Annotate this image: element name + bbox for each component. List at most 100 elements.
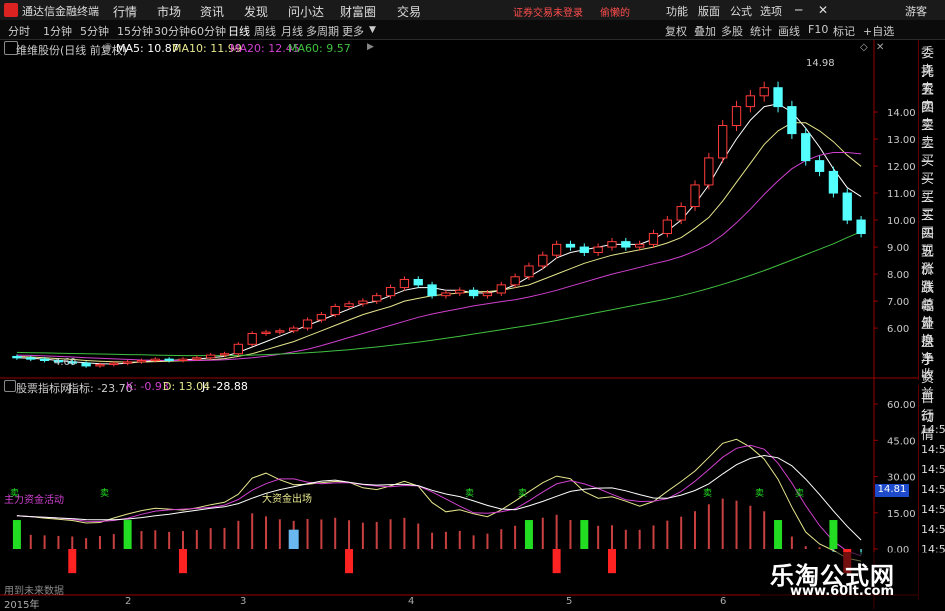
ma5-line — [16, 103, 862, 365]
period-1min[interactable]: 1分钟 — [43, 23, 72, 39]
settings-icon[interactable]: ◉ — [104, 42, 112, 52]
candle-body — [413, 278, 423, 286]
kline-chart[interactable]: 14.00 13.00 12.00 11.00 10.00 9.00 8.00 7.00 6.0… — [0, 40, 918, 609]
tool-stats[interactable]: 统计 — [750, 23, 772, 39]
period-more[interactable]: 更多 — [342, 23, 364, 39]
candle-body — [26, 357, 36, 360]
menu-layout[interactable]: 版面 — [698, 3, 720, 19]
candle-body — [12, 355, 22, 359]
candle-body — [842, 192, 852, 221]
login-notice[interactable]: 证券交易未登录 — [513, 4, 583, 19]
annotation-sell-6: 卖 — [795, 489, 805, 499]
candle-body — [801, 133, 811, 162]
period-tick[interactable]: 分时 — [8, 23, 30, 39]
annotation-sell-5: 卖 — [755, 489, 765, 499]
minimize-icon[interactable]: ─ — [795, 3, 802, 17]
close-icon[interactable]: ✕ — [818, 3, 828, 17]
indicator-current-value: 14.81 — [875, 484, 909, 497]
annotation-sell-3: 卖 — [518, 489, 528, 499]
diamond-icon[interactable]: ◇ — [860, 42, 868, 53]
candle-body — [192, 357, 202, 360]
candle-body — [95, 364, 105, 367]
indicator-lines — [16, 438, 862, 562]
candle-body — [441, 292, 451, 297]
menu-trade[interactable]: 交易 — [397, 3, 421, 20]
price-tick-label: 10.00 — [887, 216, 916, 227]
indicator-side-time-4: 14:50 — [921, 483, 945, 496]
candle-body — [372, 295, 382, 302]
menu-formula[interactable]: 公式 — [730, 3, 752, 19]
menu-function[interactable]: 功能 — [666, 3, 688, 19]
price-axis: 14.00 13.00 12.00 11.00 10.00 9.00 8.00 7.00 6.0… — [874, 108, 916, 335]
menu-wealth[interactable]: 财富圈 — [340, 3, 376, 20]
app-title: 通达信金融终端 — [22, 5, 99, 18]
menu-quote[interactable]: 行情 — [113, 3, 137, 20]
ma20-line — [16, 152, 862, 361]
indicator-side-time-3: 14:50 — [921, 463, 945, 476]
candle-body — [302, 319, 313, 329]
price-tick-label: 6.00 — [887, 324, 909, 335]
low-price-label: 4.60 — [54, 357, 77, 368]
price-tick-label: 14.00 — [887, 108, 916, 119]
menu-market[interactable]: 市场 — [157, 3, 181, 20]
sell-signal — [607, 549, 616, 574]
period-week[interactable]: 周线 — [254, 23, 276, 39]
buy-signal — [580, 520, 589, 550]
candle-body — [704, 157, 714, 186]
candle-body — [164, 358, 174, 361]
tool-mark[interactable]: 标记 — [833, 23, 855, 39]
indicator-tick-label: 45.00 — [887, 436, 916, 447]
menu-ask[interactable]: 问小达 — [288, 3, 324, 20]
period-day[interactable]: 日线 — [228, 23, 250, 39]
menu-discover[interactable]: 发现 — [244, 3, 268, 20]
indicator-axis: 60.0045.0030.0015.000.00 — [874, 400, 916, 556]
chevron-down-icon[interactable]: ▼ — [369, 25, 376, 35]
brand-link[interactable]: 偷懒的 — [600, 4, 630, 19]
period-bar: 分时 1分钟 5分钟 15分钟 30分钟 60分钟 日线 周线 月线 多周期 更… — [0, 20, 945, 40]
tool-adjust[interactable]: 复权 — [665, 23, 687, 39]
candle-body — [745, 95, 756, 108]
candle-body — [468, 289, 479, 297]
indicator-side-time-2: 14:50 — [921, 443, 945, 456]
menu-bar: 通达信金融终端 行情 市场 资讯 发现 问小达 财富圈 交易 证券交易未登录 偷… — [0, 0, 945, 21]
buy-signal — [123, 520, 132, 550]
close-panel-icon[interactable]: ✕ — [876, 42, 884, 53]
period-multi[interactable]: 多周期 — [306, 23, 339, 39]
tool-overlay[interactable]: 叠加 — [694, 23, 716, 39]
time-label-may: 5 — [566, 596, 573, 607]
period-30min[interactable]: 30分钟 — [154, 23, 190, 39]
sell-signal — [68, 549, 77, 574]
period-15min[interactable]: 15分钟 — [117, 23, 153, 39]
candle-body — [275, 330, 285, 333]
candles — [12, 81, 866, 368]
chevron-right-icon[interactable]: ▶ — [367, 42, 374, 52]
menu-options[interactable]: 选项 — [760, 3, 782, 19]
buy-signal — [829, 520, 838, 550]
candle-body — [399, 278, 410, 289]
period-month[interactable]: 月线 — [281, 23, 303, 39]
annotation-sell-2: 卖 — [465, 489, 475, 499]
candle-body — [773, 87, 783, 108]
price-tick-label: 9.00 — [887, 243, 909, 254]
annotation-exit: 大资金出场 — [262, 494, 312, 505]
period-5min[interactable]: 5分钟 — [80, 23, 109, 39]
ma5-label: MA5: 10.87 — [116, 42, 179, 55]
tool-f10[interactable]: F10 — [808, 23, 828, 36]
guest-label[interactable]: 游客 — [905, 3, 927, 19]
tool-add-watchlist[interactable]: +自选 — [863, 23, 894, 39]
indicator-tick-label: 30.00 — [887, 473, 916, 484]
candle-body — [344, 303, 354, 307]
app-logo-icon — [4, 3, 18, 17]
candle-body — [759, 87, 769, 97]
period-60min[interactable]: 60分钟 — [190, 23, 226, 39]
indicator-side-time-5: 14:50 — [921, 503, 945, 516]
candle-body — [427, 284, 437, 297]
sell-signal — [178, 549, 187, 574]
tool-multi-stock[interactable]: 多股 — [721, 23, 743, 39]
buy-signal — [524, 520, 533, 550]
menu-news[interactable]: 资讯 — [200, 3, 224, 20]
high-price-label: 14.98 — [806, 58, 835, 69]
indicator-j: J: -28.88 — [202, 380, 248, 393]
tool-draw[interactable]: 画线 — [778, 23, 800, 39]
candle-body — [524, 265, 534, 278]
